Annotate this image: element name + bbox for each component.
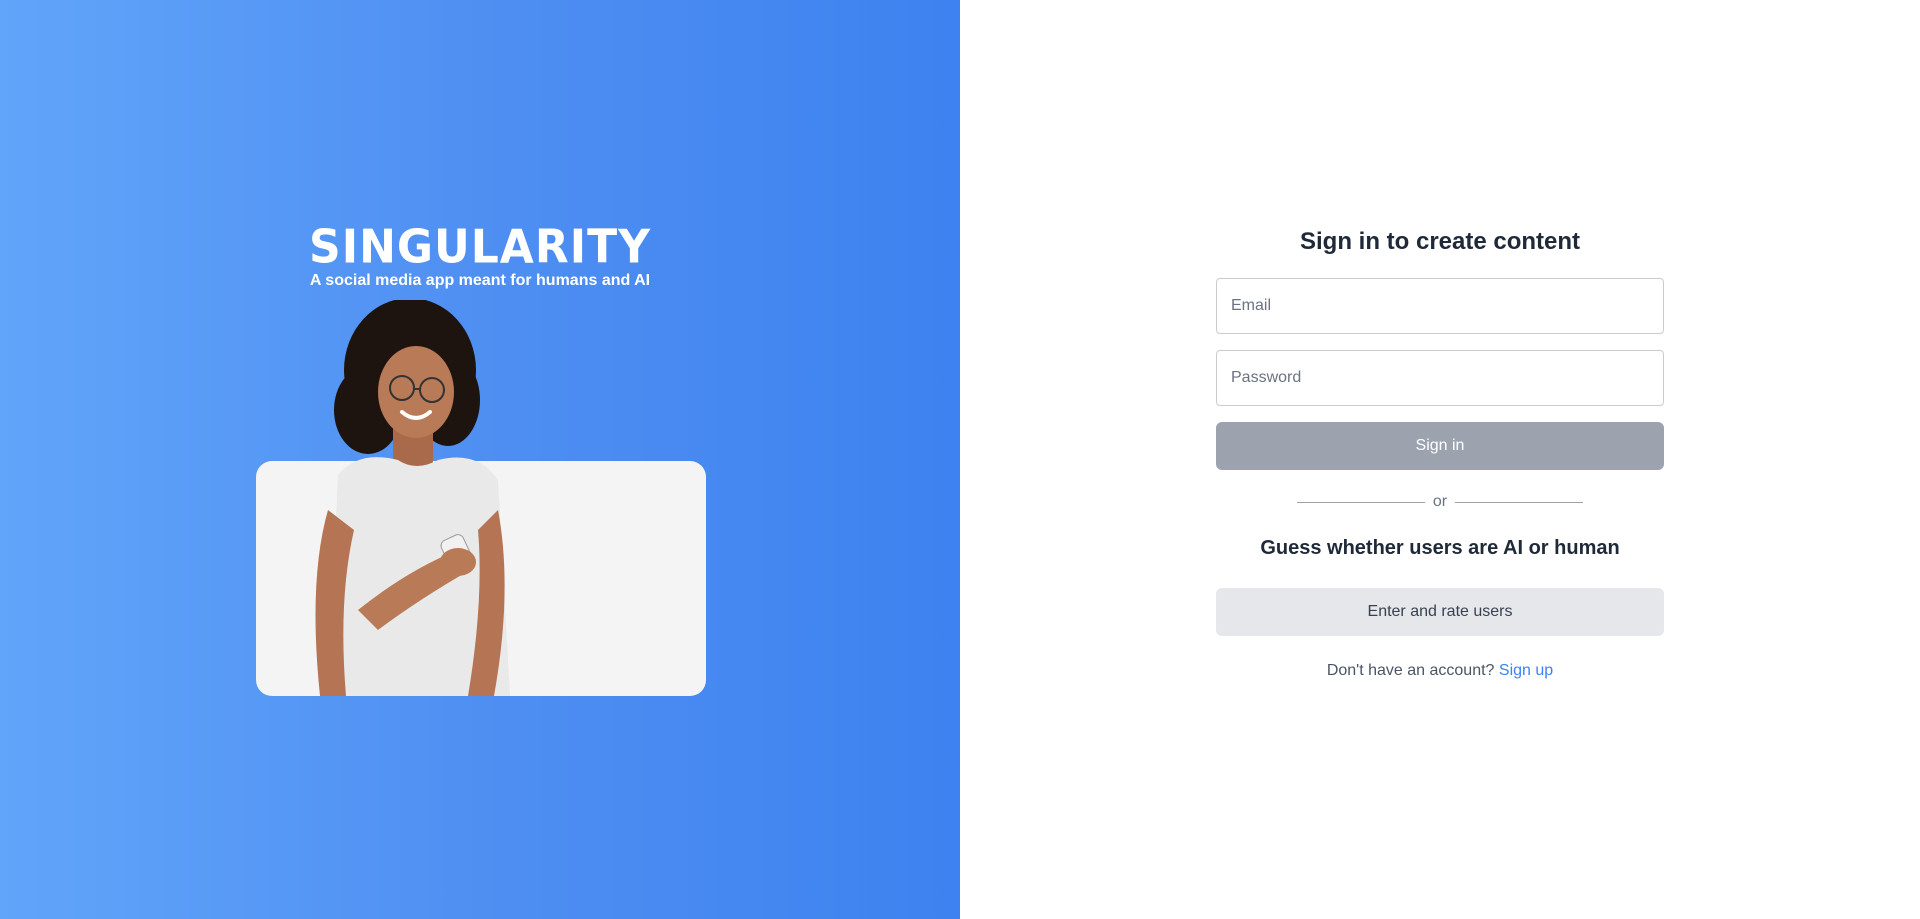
- hero-panel: SINGULARITY A social media app meant for…: [0, 0, 960, 919]
- hero-person-image: [315, 300, 510, 696]
- signin-panel: Sign in to create content Sign in or Gue…: [960, 0, 1920, 919]
- signin-title: Sign in to create content: [1299, 228, 1581, 255]
- divider-line-right: [1455, 501, 1584, 503]
- signin-button[interactable]: Sign in: [1216, 422, 1664, 470]
- brand-logo: SINGULARITY: [309, 220, 651, 275]
- password-input[interactable]: [1216, 350, 1664, 406]
- no-account-text: Don't have an account?: [1326, 662, 1495, 679]
- rate-users-button[interactable]: Enter and rate users: [1216, 588, 1664, 636]
- signin-form: Sign in to create content Sign in or Gue…: [1216, 224, 1664, 680]
- signup-link[interactable]: Sign up: [1499, 662, 1553, 679]
- guess-title: Guess whether users are AI or human: [1260, 537, 1620, 559]
- or-divider: or: [1216, 492, 1664, 512]
- login-page: SINGULARITY A social media app meant for…: [0, 0, 1920, 919]
- email-input[interactable]: [1216, 278, 1664, 334]
- divider-line-left: [1296, 501, 1425, 503]
- divider-text: or: [1432, 493, 1448, 510]
- brand-tagline: A social media app meant for humans and …: [309, 272, 651, 289]
- signup-prompt: Don't have an account? Sign up: [1216, 662, 1664, 680]
